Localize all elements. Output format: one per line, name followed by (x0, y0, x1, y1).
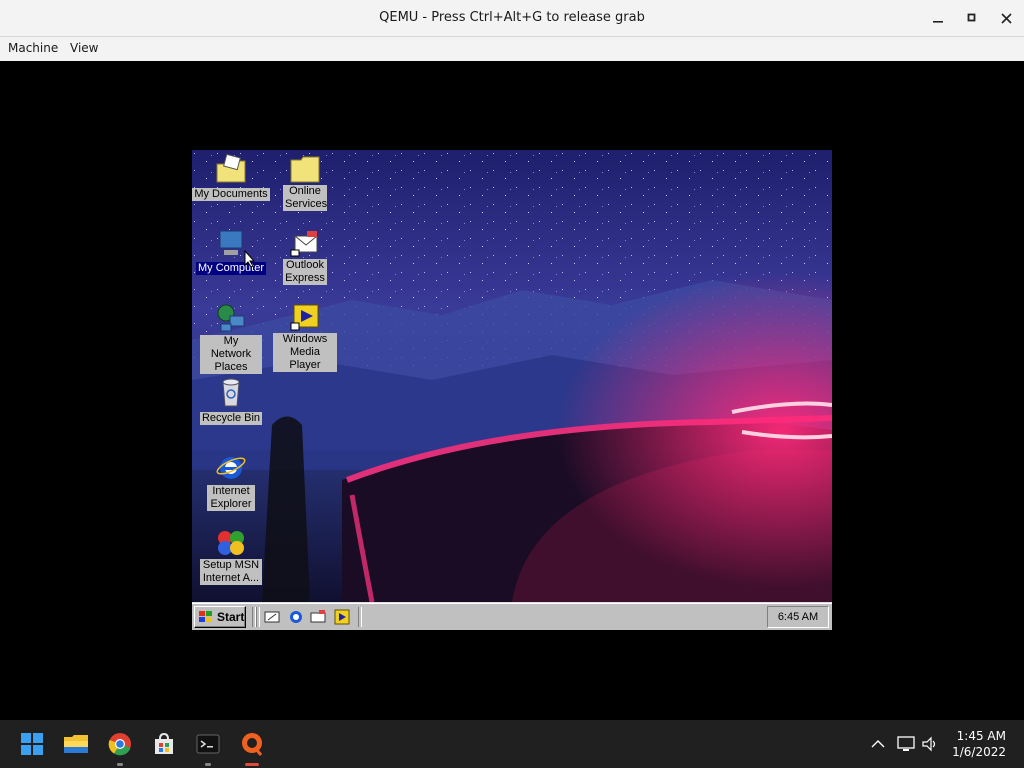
volume-button[interactable] (921, 735, 939, 753)
desktop-icon-label: Windows Media Player (273, 333, 337, 372)
desktop-icon-label: Recycle Bin (199, 412, 263, 425)
show-desktop-icon[interactable] (264, 609, 280, 625)
windows-flag-icon (199, 611, 212, 622)
recycle-bin-icon (222, 378, 240, 407)
volume-icon (922, 736, 936, 752)
windows-start-icon (21, 733, 43, 755)
guest-clock[interactable]: 6:45 AM (767, 606, 829, 628)
show-hidden-icons-button[interactable] (869, 735, 887, 753)
file-explorer-icon (64, 735, 88, 753)
maximize-icon (967, 13, 976, 22)
taskbar-chrome[interactable] (104, 728, 136, 766)
desktop-icon-label: My Documents (192, 188, 270, 201)
msn-icon (218, 531, 244, 555)
desktop-icon-online-services[interactable]: Online Services (266, 154, 344, 212)
desktop-icon-setup-msn[interactable]: Setup MSN Internet A... (192, 528, 270, 586)
desktop-icon-my-documents[interactable]: My Documents (192, 154, 270, 202)
running-indicator (205, 763, 211, 766)
host-date: 1/6/2022 (952, 745, 1006, 759)
guest-display[interactable]: My Documents Online Services My Computer… (192, 150, 832, 630)
start-label: Start (217, 610, 245, 624)
taskbar-microsoft-store[interactable] (148, 728, 180, 760)
computer-icon (219, 230, 243, 255)
desktop-icon-my-network-places[interactable]: My Network Places (192, 302, 270, 375)
qemu-titlebar[interactable]: QEMU - Press Ctrl+Alt+G to release grab (0, 0, 1024, 37)
maximize-button[interactable] (961, 8, 983, 28)
folder-documents-icon (216, 154, 246, 183)
media-player-icon[interactable] (334, 609, 350, 625)
network-places-icon (217, 304, 245, 332)
desktop-icon-windows-media-player[interactable]: Windows Media Player (266, 302, 344, 373)
folder-icon (290, 156, 320, 183)
start-button[interactable]: Start (194, 606, 246, 628)
network-icon (897, 736, 915, 751)
running-indicator (117, 763, 123, 766)
network-button[interactable] (897, 735, 915, 753)
minimize-icon (933, 21, 943, 23)
taskbar-terminal[interactable] (192, 728, 224, 766)
taskbar-separator (256, 607, 260, 627)
internet-explorer-icon (216, 457, 246, 479)
desktop-icon-outlook-express[interactable]: Outlook Express (266, 228, 344, 286)
chrome-icon (108, 733, 131, 756)
close-button[interactable] (995, 8, 1017, 28)
taskbar-file-explorer[interactable] (60, 728, 92, 760)
media-player-icon (290, 304, 319, 331)
qemu-icon (242, 733, 263, 756)
desktop-wallpaper (192, 150, 832, 602)
window-title: QEMU - Press Ctrl+Alt+G to release grab (379, 10, 645, 25)
taskbar-separator (358, 607, 362, 627)
menu-machine[interactable]: Machine (8, 41, 58, 55)
microsoft-store-icon (155, 732, 173, 754)
menu-view[interactable]: View (70, 41, 98, 55)
host-taskbar: 1:45 AM 1/6/2022 (0, 720, 1024, 768)
minimize-button[interactable] (927, 8, 949, 28)
outlook-express-icon[interactable] (310, 609, 326, 625)
desktop-icon-label: My Network Places (200, 335, 262, 374)
desktop-icon-label: Internet Explorer (207, 485, 255, 511)
outlook-express-icon (290, 231, 318, 257)
active-indicator (245, 763, 259, 766)
internet-explorer-icon[interactable] (288, 609, 304, 625)
qemu-menubar: Machine View (0, 37, 1024, 61)
host-clock[interactable]: 1:45 AM 1/6/2022 (952, 728, 1006, 760)
desktop-icon-my-computer[interactable]: My Computer (192, 228, 270, 276)
desktop-icon-label: Online Services (283, 185, 328, 211)
guest-clock-text: 6:45 AM (777, 611, 819, 623)
desktop-icon-label: Setup MSN Internet A... (200, 559, 262, 585)
terminal-icon (196, 734, 220, 754)
desktop-icon-internet-explorer[interactable]: Internet Explorer (192, 452, 270, 512)
windows-start-button[interactable] (16, 728, 48, 760)
mouse-cursor-icon (244, 250, 256, 268)
chevron-up-icon (871, 740, 885, 748)
close-icon (1000, 12, 1012, 24)
guest-taskbar: Start 6:45 AM (192, 602, 832, 630)
desktop-icon-recycle-bin[interactable]: Recycle Bin (192, 376, 270, 426)
host-time: 1:45 AM (956, 729, 1006, 743)
desktop-icon-label: Outlook Express (283, 259, 327, 285)
taskbar-qemu[interactable] (236, 728, 268, 766)
